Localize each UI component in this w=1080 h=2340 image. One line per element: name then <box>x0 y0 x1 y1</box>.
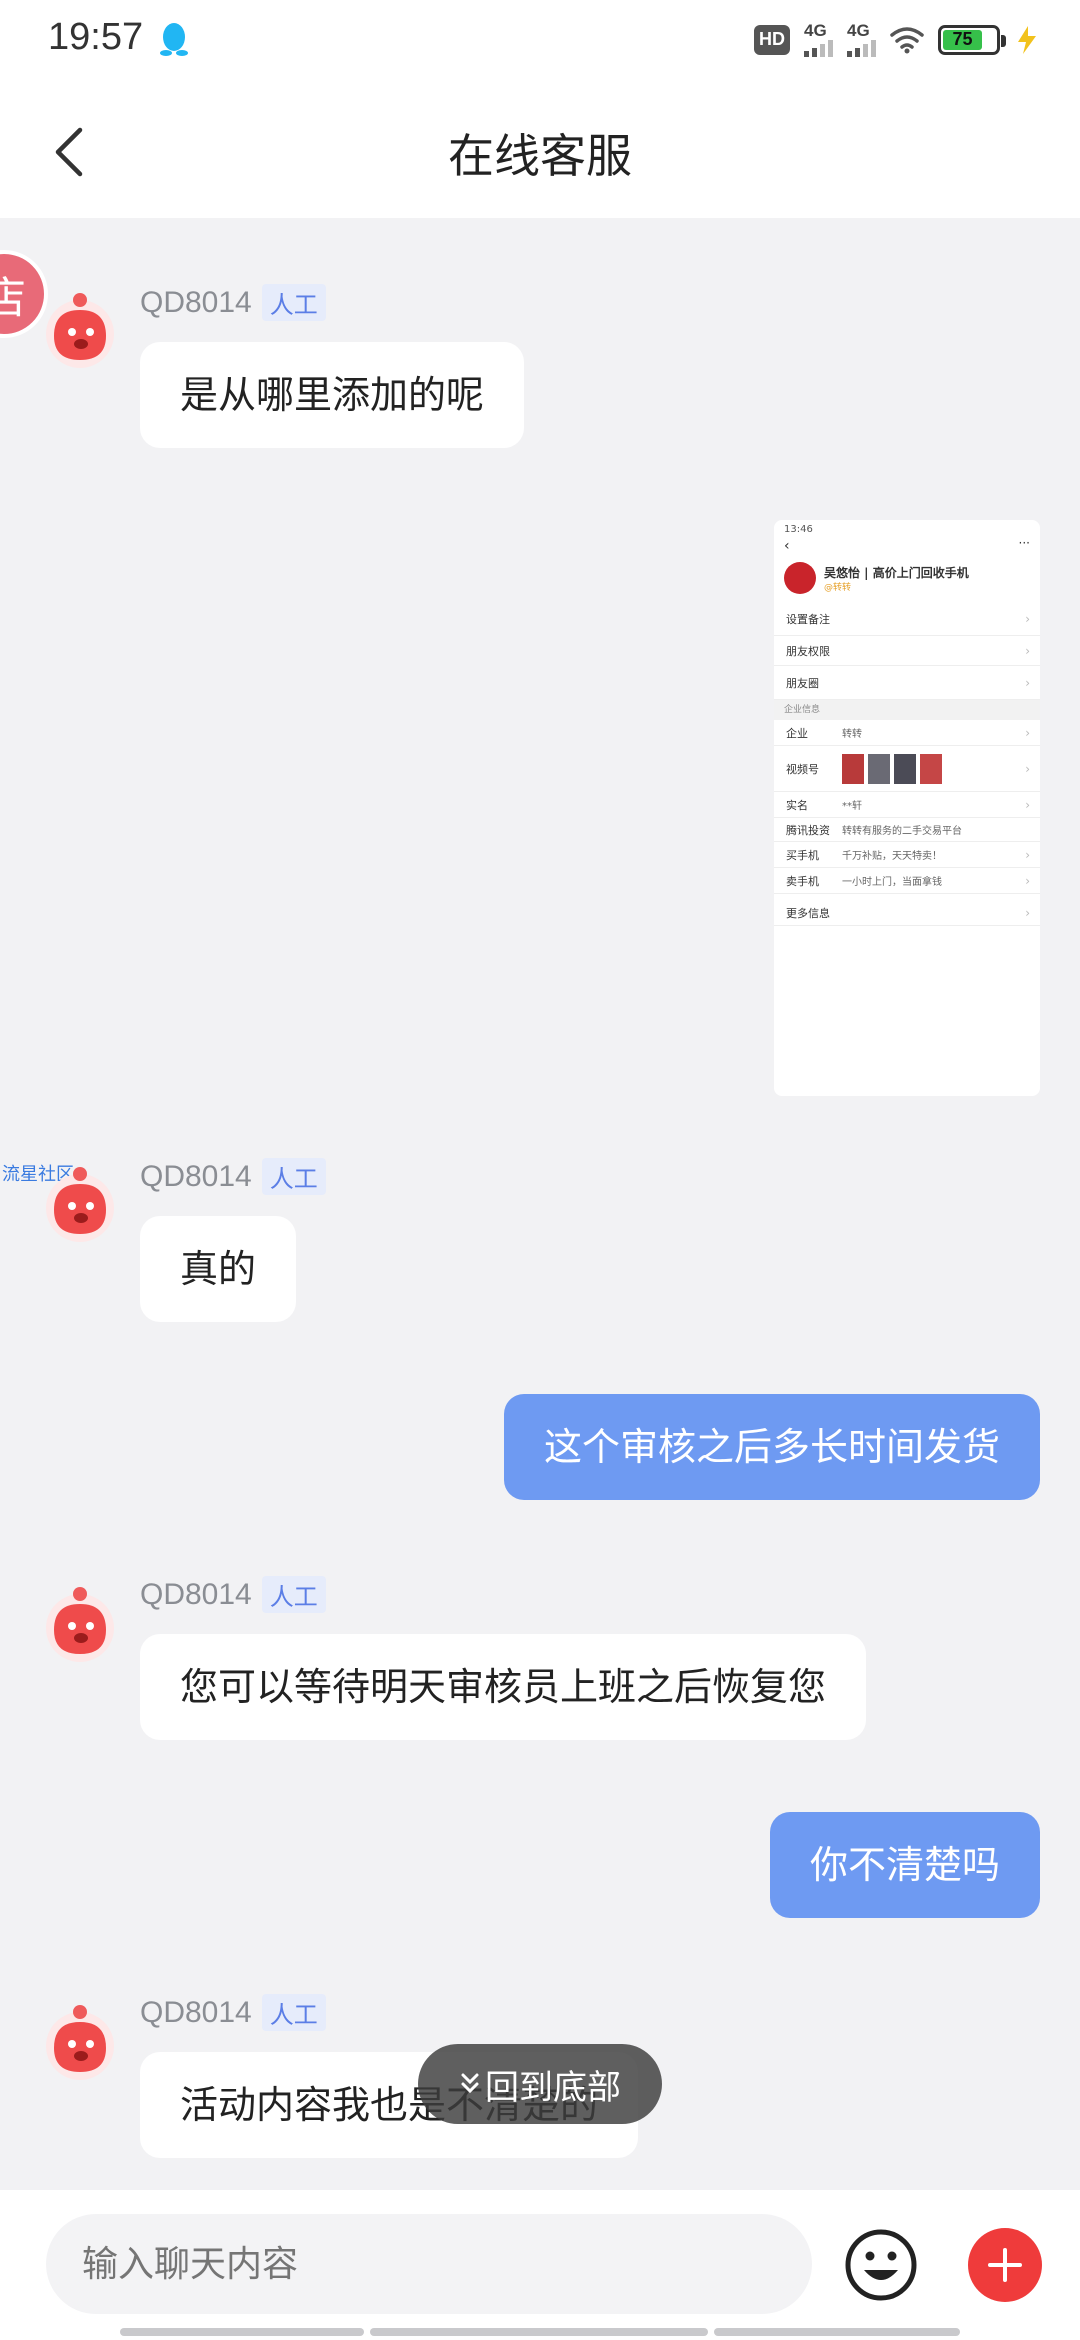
shot-contact-name: 吴悠怡 | 高价上门回收手机 <box>824 566 969 580</box>
page-title: 在线客服 <box>448 129 632 183</box>
status-time: 19:57 <box>48 16 144 58</box>
chat-input-bar <box>0 2190 1080 2340</box>
agent-name: QD8014 <box>140 1577 252 1611</box>
signal-icon: 4G <box>804 22 833 57</box>
message-bubble-agent[interactable]: 真的 <box>140 1216 297 1322</box>
message-bubble-user[interactable]: 这个审核之后多长时间发货 <box>503 1394 1040 1500</box>
human-tag: 人工 <box>261 284 326 321</box>
agent-name: QD8014 <box>140 285 252 319</box>
human-tag: 人工 <box>261 1158 326 1195</box>
shot-time: 13:46 <box>784 524 813 535</box>
emoji-icon[interactable] <box>844 2228 918 2302</box>
plus-icon <box>988 2248 1022 2282</box>
signal-icon-2: 4G <box>847 22 876 57</box>
agent-name: QD8014 <box>140 1159 252 1193</box>
message-meta: QD8014 人工 <box>140 1158 326 1195</box>
battery-icon: 75 <box>938 24 1006 55</box>
chat-list[interactable]: 店 QD8014 人工 是从哪里添加的呢 13:46 ‹ ··· 吴悠怡 | 高… <box>0 218 1080 2190</box>
agent-avatar[interactable] <box>40 2002 120 2082</box>
message-meta: QD8014 人工 <box>140 284 326 321</box>
double-chevron-down-icon <box>461 2073 479 2094</box>
chat-input[interactable] <box>46 2214 812 2314</box>
shot-back-icon: ‹ <box>784 538 790 554</box>
wifi-icon <box>890 26 924 53</box>
agent-avatar[interactable] <box>40 290 120 370</box>
message-bubble-user[interactable]: 你不清楚吗 <box>769 1812 1040 1918</box>
nav-bar: 在线客服 <box>0 84 1080 218</box>
message-bubble-agent[interactable]: 您可以等待明天审核员上班之后恢复您 <box>140 1634 867 1740</box>
status-bar: 19:57 HD 4G 4G 75 <box>0 0 1080 84</box>
status-icons: HD 4G 4G 75 <box>754 22 1040 57</box>
human-tag: 人工 <box>261 1576 326 1613</box>
message-meta: QD8014 人工 <box>140 1576 326 1613</box>
gesture-bar <box>714 2328 960 2336</box>
qq-penguin-icon <box>160 23 188 56</box>
agent-avatar[interactable] <box>40 1584 120 1664</box>
hd-icon: HD <box>754 24 790 55</box>
add-button[interactable] <box>968 2228 1042 2302</box>
back-to-bottom-button[interactable]: 回到底部 <box>418 2044 662 2124</box>
gesture-bar <box>370 2328 708 2336</box>
back-to-bottom-label: 回到底部 <box>485 2067 621 2108</box>
charging-icon <box>1018 25 1036 54</box>
shot-more-icon: ··· <box>1018 536 1030 550</box>
shot-contact-avatar <box>784 562 816 594</box>
human-tag: 人工 <box>261 1994 326 2031</box>
agent-avatar[interactable] <box>40 1164 120 1244</box>
shot-section-label: 企业信息 <box>774 700 1040 720</box>
agent-name: QD8014 <box>140 1995 252 2029</box>
gesture-bar <box>120 2328 364 2336</box>
shared-screenshot-image[interactable]: 13:46 ‹ ··· 吴悠怡 | 高价上门回收手机 @转转 设置备注 › 朋友权… <box>774 520 1040 1096</box>
message-bubble-agent[interactable]: 是从哪里添加的呢 <box>140 342 525 448</box>
message-meta: QD8014 人工 <box>140 1994 326 2031</box>
shot-contact-sub: @转转 <box>824 583 852 593</box>
